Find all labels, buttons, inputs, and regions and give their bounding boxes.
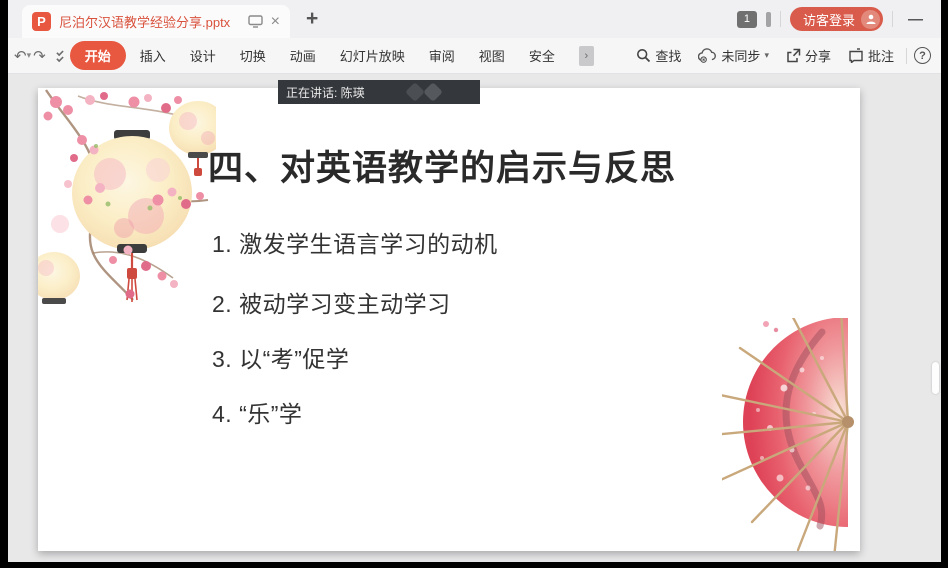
slide-canvas[interactable]: 四、对英语教学的启示与反思 1. 激发学生语言学习的动机 2. 被动学习变主动学… xyxy=(38,88,860,551)
collapse-ribbon-icon[interactable] xyxy=(56,50,64,61)
minimize-button[interactable]: — xyxy=(902,11,929,28)
slide-title: 四、对英语教学的启示与反思 xyxy=(208,140,676,191)
window-stack-icon xyxy=(766,12,771,27)
new-tab-button[interactable]: + xyxy=(306,7,318,31)
chevron-down-icon: ▾ xyxy=(764,50,769,61)
share-icon xyxy=(786,48,801,63)
guest-login-label: 访客登录 xyxy=(803,10,855,29)
person-icon xyxy=(861,10,880,29)
redo-icon[interactable]: ↷ xyxy=(31,47,48,65)
window-count-badge[interactable]: 1 xyxy=(737,11,757,28)
cloud-offline-icon xyxy=(698,48,717,63)
meeting-app-logo-icon xyxy=(398,83,456,101)
ribbon-tab-view[interactable]: 视图 xyxy=(467,41,517,70)
screen: P 尼泊尔汉语教学经验分享.pptx × + 1 xyxy=(0,0,948,568)
comment-icon xyxy=(848,48,864,63)
ribbon-tab-insert[interactable]: 插入 xyxy=(128,41,178,70)
comment-button[interactable]: 批注 xyxy=(843,46,899,65)
document-title: 尼泊尔汉语教学经验分享.pptx xyxy=(59,12,230,31)
divider xyxy=(892,11,893,27)
ribbon-tab-home[interactable]: 开始 xyxy=(70,41,126,70)
guest-login-button[interactable]: 访客登录 xyxy=(790,7,883,31)
speaking-label: 正在讲话: 陈瑛 xyxy=(286,84,365,101)
lantern-blossom-decoration xyxy=(38,88,216,306)
meeting-speaking-overlay: 正在讲话: 陈瑛 xyxy=(278,80,480,104)
sync-status-button[interactable]: 未同步 ▾ xyxy=(693,46,774,65)
ribbon-scroll-right-icon[interactable]: › xyxy=(579,46,594,66)
ribbon-tab-slideshow[interactable]: 幻灯片放映 xyxy=(328,41,417,70)
ribbon-tab-animation[interactable]: 动画 xyxy=(278,41,328,70)
slide-bullet-3: 3. 以“考”促学 xyxy=(212,340,349,374)
vertical-scrollbar-thumb[interactable] xyxy=(932,362,939,394)
close-tab-icon[interactable]: × xyxy=(271,14,280,30)
search-icon xyxy=(636,48,651,63)
document-tab[interactable]: P 尼泊尔汉语教学经验分享.pptx × xyxy=(22,5,290,38)
ribbon-bar: ↶ ▾ ↷ 开始 插入 设计 切换 动画 幻灯片放映 审阅 视图 安全 开 › xyxy=(8,38,941,74)
share-label: 分享 xyxy=(805,46,831,65)
umbrella-decoration xyxy=(722,318,860,551)
wps-logo-icon: P xyxy=(32,12,51,31)
ribbon-tab-security[interactable]: 安全 xyxy=(517,41,567,70)
editor-workspace: 四、对英语教学的启示与反思 1. 激发学生语言学习的动机 2. 被动学习变主动学… xyxy=(8,74,941,562)
help-icon[interactable]: ? xyxy=(914,47,931,64)
divider xyxy=(906,48,907,64)
slide-bullet-2: 2. 被动学习变主动学习 xyxy=(212,285,451,319)
ribbon-tab-transition[interactable]: 切换 xyxy=(228,41,278,70)
sync-label: 未同步 xyxy=(721,46,760,65)
share-button[interactable]: 分享 xyxy=(781,46,836,65)
find-label: 查找 xyxy=(655,46,681,65)
slide-bullet-4: 4. “乐”学 xyxy=(212,395,302,429)
divider xyxy=(780,11,781,27)
comment-label: 批注 xyxy=(868,46,894,65)
ribbon-tab-review[interactable]: 审阅 xyxy=(417,41,467,70)
slide-bullet-1: 1. 激发学生语言学习的动机 xyxy=(212,225,498,259)
projection-icon[interactable] xyxy=(248,15,263,28)
tab-bar: P 尼泊尔汉语教学经验分享.pptx × + 1 xyxy=(8,0,941,38)
ribbon-tab-design[interactable]: 设计 xyxy=(178,41,228,70)
find-button[interactable]: 查找 xyxy=(631,46,686,65)
